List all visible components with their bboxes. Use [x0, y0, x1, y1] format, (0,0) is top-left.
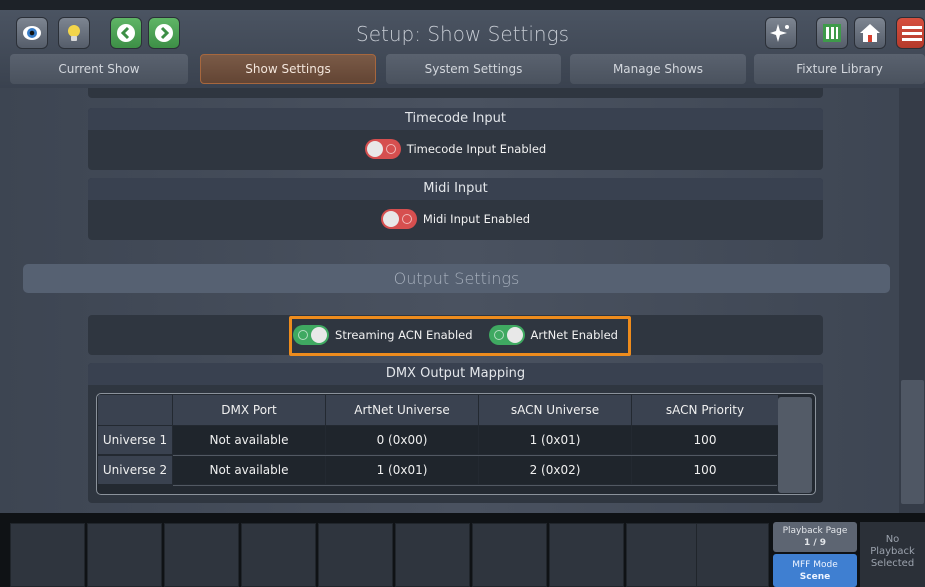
- playback-slot-7[interactable]: [472, 523, 547, 587]
- table-cell[interactable]: 100: [632, 456, 778, 484]
- table-scrollbar[interactable]: [778, 397, 812, 493]
- highlight-box: [289, 316, 631, 356]
- row-header[interactable]: Universe 1: [98, 426, 172, 454]
- playback-slot-8[interactable]: [549, 523, 624, 587]
- settings-content: Timecode Input Timecode Input Enabled Mi…: [0, 88, 925, 513]
- playback-slot-3[interactable]: [164, 523, 239, 587]
- playback-page-button[interactable]: Playback Page 1 / 9: [773, 522, 857, 552]
- tab-label: System Settings: [424, 62, 523, 76]
- playback-slot-5[interactable]: [318, 523, 393, 587]
- header-bar: Setup: Show Settings Current Show Show S…: [0, 10, 925, 88]
- table-corner: [98, 395, 172, 425]
- row-header[interactable]: Universe 2: [98, 456, 172, 484]
- column-header: sACN Universe: [479, 395, 631, 425]
- column-header: ArtNet Universe: [326, 395, 478, 425]
- table-cell[interactable]: Not available: [173, 456, 325, 484]
- timecode-title: Timecode Input: [88, 108, 823, 130]
- fader-icon: [823, 24, 841, 42]
- no-playback-line: Playback: [870, 546, 915, 557]
- page-scrollbar[interactable]: [899, 88, 925, 513]
- no-playback-line: No: [885, 534, 900, 545]
- playback-slot-4[interactable]: [241, 523, 316, 587]
- mff-mode-button[interactable]: MFF Mode Scene: [773, 554, 857, 587]
- tab-manage-shows[interactable]: Manage Shows: [570, 54, 746, 84]
- midi-panel: Midi Input Midi Input Enabled: [88, 178, 823, 240]
- timecode-toggle[interactable]: [364, 139, 401, 159]
- no-playback-line: Selected: [870, 558, 915, 569]
- tab-label: Fixture Library: [796, 62, 883, 76]
- output-settings-header[interactable]: Output Settings: [23, 264, 890, 293]
- previous-panel-edge: [88, 88, 823, 98]
- midi-toggle[interactable]: [380, 209, 417, 229]
- faders-button[interactable]: [816, 17, 848, 49]
- table-cell[interactable]: 1 (0x01): [479, 426, 631, 454]
- tab-show-settings[interactable]: Show Settings: [200, 54, 376, 84]
- table-cell[interactable]: 1 (0x01): [326, 456, 478, 484]
- playback-slot-2[interactable]: [87, 523, 162, 587]
- mff-mode-label: MFF Mode: [792, 560, 838, 570]
- tab-fixture-library[interactable]: Fixture Library: [754, 54, 925, 84]
- home-icon: [860, 24, 880, 42]
- menu-button[interactable]: [896, 17, 925, 49]
- menu-icon: [901, 26, 922, 41]
- row-divider: [173, 485, 777, 486]
- playback-slot-6[interactable]: [395, 523, 470, 587]
- timecode-toggle-label: Timecode Input Enabled: [406, 142, 547, 156]
- playback-slot-1[interactable]: [10, 523, 85, 587]
- table-cell[interactable]: 0 (0x00): [326, 426, 478, 454]
- tab-label: Show Settings: [245, 62, 331, 76]
- playback-footer: Playback Page 1 / 9 MFF Mode Scene No Pl…: [0, 513, 925, 587]
- effects-button[interactable]: [765, 17, 797, 49]
- app-window: Setup: Show Settings Current Show Show S…: [0, 0, 925, 587]
- playback-page-value: 1 / 9: [803, 538, 827, 548]
- playback-slot-10[interactable]: [696, 523, 769, 587]
- tab-system-settings[interactable]: System Settings: [386, 54, 561, 84]
- midi-toggle-label: Midi Input Enabled: [422, 212, 531, 226]
- table-cell[interactable]: Not available: [173, 426, 325, 454]
- mff-mode-value: Scene: [799, 572, 831, 582]
- playback-page-label: Playback Page: [782, 526, 848, 536]
- no-playback-selected: No Playback Selected: [860, 522, 925, 587]
- table-cell[interactable]: 100: [632, 426, 778, 454]
- page-scroll-thumb[interactable]: [901, 380, 924, 504]
- home-button[interactable]: [854, 17, 886, 49]
- column-header: DMX Port: [173, 395, 325, 425]
- dmx-title: DMX Output Mapping: [88, 363, 823, 385]
- sparkle-icon: [770, 24, 789, 42]
- dmx-mapping-panel: DMX Output Mapping DMX Port ArtNet Unive…: [88, 363, 823, 503]
- timecode-panel: Timecode Input Timecode Input Enabled: [88, 108, 823, 170]
- tab-label: Manage Shows: [612, 62, 704, 76]
- dmx-table: DMX Port ArtNet Universe sACN Universe s…: [96, 393, 816, 495]
- table-cell[interactable]: 2 (0x02): [479, 456, 631, 484]
- midi-title: Midi Input: [88, 178, 823, 200]
- playback-slot-9[interactable]: [626, 523, 701, 587]
- tab-label: Current Show: [58, 62, 140, 76]
- tab-current-show[interactable]: Current Show: [10, 54, 188, 84]
- column-header: sACN Priority: [632, 395, 778, 425]
